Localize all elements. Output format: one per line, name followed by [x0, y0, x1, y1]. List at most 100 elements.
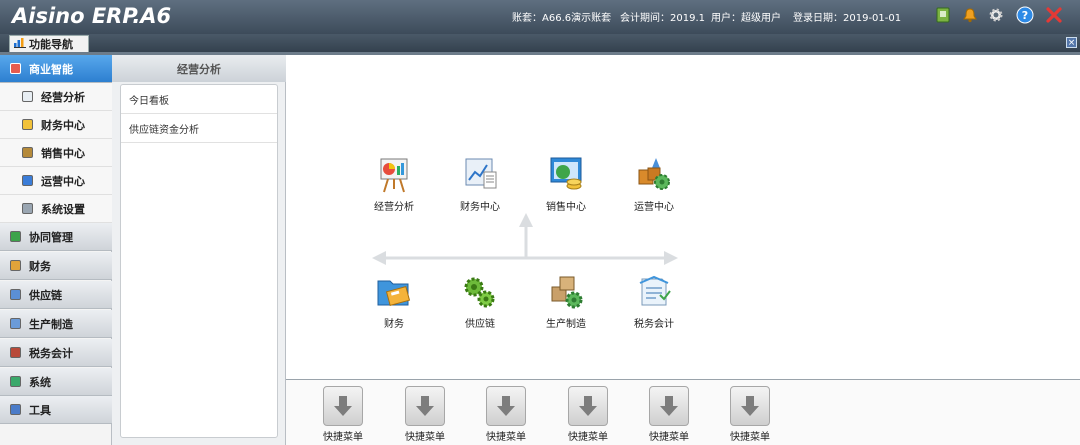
chart-icon	[14, 37, 26, 51]
period-info: 会计期间：2019.1	[620, 13, 705, 24]
title-bar: Aisino ERP.A6 账套：A66.6演示账套 会计期间：2019.1 用…	[0, 0, 1080, 34]
sidebar-item-supply-chain[interactable]: 供应链	[0, 281, 112, 309]
close-tab-icon[interactable]: ×	[1066, 37, 1077, 48]
tab-strip: 功能导航 ×	[0, 34, 1080, 52]
sidebar-item-collaboration[interactable]: 协同管理	[0, 223, 112, 251]
func-label: 供应链	[465, 319, 495, 330]
bi-icon	[10, 63, 21, 74]
sidebar-item-operation-center[interactable]: 运营中心	[0, 167, 112, 195]
operation-center-icon	[22, 175, 33, 186]
sidebar-item-tools[interactable]: 工具	[0, 396, 112, 424]
sidebar-item-label: 协同管理	[29, 230, 73, 244]
func-finance-center[interactable]: 财务中心	[445, 156, 515, 213]
system-icon	[10, 376, 21, 387]
down-arrow-icon	[486, 386, 526, 426]
quick-menu-label: 快捷菜单	[323, 432, 363, 443]
tab-function-navigation[interactable]: 功能导航	[9, 35, 89, 52]
document-ledger-icon	[634, 273, 674, 311]
func-analysis[interactable]: 经营分析	[359, 156, 429, 213]
func-tax-accounting[interactable]: 税务会计	[619, 273, 689, 330]
help-icon[interactable]: ?	[1016, 6, 1034, 24]
func-operation-center[interactable]: 运营中心	[619, 156, 689, 213]
sidebar-item-label: 系统设置	[41, 202, 85, 216]
finance-center-icon	[22, 119, 33, 130]
app-logo: Aisino ERP.A6	[12, 4, 172, 28]
tools-icon	[10, 404, 21, 415]
func-finance[interactable]: 财务	[359, 273, 429, 330]
sidebar-item-label: 生产制造	[29, 317, 73, 331]
sidebar: 商业智能 经营分析 财务中心 销售中心 运营中心 系统设置 协同管理 财务 供应…	[0, 55, 112, 445]
quick-menu-label: 快捷菜单	[568, 432, 608, 443]
func-label: 生产制造	[546, 319, 586, 330]
sales-center-icon	[22, 147, 33, 158]
sidebar-item-label: 财务中心	[41, 118, 85, 132]
func-label: 财务中心	[460, 202, 500, 213]
title-toolbar: ?	[934, 6, 1070, 26]
func-label: 财务	[384, 319, 404, 330]
system-settings-icon	[22, 203, 33, 214]
quick-menu-label: 快捷菜单	[405, 432, 445, 443]
notebook-icon[interactable]	[934, 6, 952, 24]
func-label: 销售中心	[546, 202, 586, 213]
sidebar-item-bi[interactable]: 商业智能	[0, 55, 112, 83]
sidebar-item-label: 工具	[29, 403, 51, 417]
easel-chart-icon	[374, 156, 414, 194]
quick-menu-label: 快捷菜单	[649, 432, 689, 443]
sidebar-item-finance-center[interactable]: 财务中心	[0, 111, 112, 139]
user-info: 用户：超级用户	[711, 13, 781, 24]
quick-menu-button[interactable]: 快捷菜单	[639, 386, 699, 443]
down-arrow-icon	[730, 386, 770, 426]
function-navigation-panel: 经营分析 财务中心 销售中心 运营中心 财务 供应链 生产制造 税务会计	[286, 55, 1080, 380]
bell-icon[interactable]	[961, 6, 979, 24]
sidebar-item-system[interactable]: 系统	[0, 368, 112, 396]
close-icon[interactable]	[1045, 6, 1063, 24]
quick-menu-button[interactable]: 快捷菜单	[720, 386, 780, 443]
gear-icon[interactable]	[987, 6, 1005, 24]
gears-boxes-icon	[634, 156, 674, 194]
submenu-list: 今日看板 供应链资金分析	[120, 84, 278, 438]
sidebar-item-label: 商业智能	[29, 62, 73, 76]
func-supply-chain[interactable]: 供应链	[445, 273, 515, 330]
quick-menu-button[interactable]: 快捷菜单	[395, 386, 455, 443]
green-gears-icon	[460, 273, 500, 311]
submenu-item-supply-chain-funds[interactable]: 供应链资金分析	[121, 114, 277, 143]
func-sales-center[interactable]: 销售中心	[531, 156, 601, 213]
sidebar-item-sales-center[interactable]: 销售中心	[0, 139, 112, 167]
sidebar-item-label: 税务会计	[29, 346, 73, 360]
globe-coins-icon	[546, 156, 586, 194]
func-manufacturing[interactable]: 生产制造	[531, 273, 601, 330]
tab-label: 功能导航	[29, 38, 73, 51]
account-info: 账套：A66.6演示账套	[512, 13, 612, 24]
sidebar-item-manufacturing[interactable]: 生产制造	[0, 310, 112, 338]
sidebar-item-finance[interactable]: 财务	[0, 252, 112, 280]
submenu-title: 经营分析	[112, 55, 286, 82]
quick-menu-label: 快捷菜单	[486, 432, 526, 443]
submenu-panel: 经营分析 今日看板 供应链资金分析	[112, 55, 286, 445]
finance-icon	[10, 260, 21, 271]
sidebar-item-tax-accounting[interactable]: 税务会计	[0, 339, 112, 367]
func-label: 运营中心	[634, 202, 674, 213]
tax-accounting-icon	[10, 347, 21, 358]
sidebar-item-label: 销售中心	[41, 146, 85, 160]
boxes-gears-icon	[546, 273, 586, 311]
quick-menu-button[interactable]: 快捷菜单	[558, 386, 618, 443]
submenu-item-today-board[interactable]: 今日看板	[121, 85, 277, 114]
flow-arrows	[372, 213, 678, 265]
func-label: 经营分析	[374, 202, 414, 213]
func-label: 税务会计	[634, 319, 674, 330]
down-arrow-icon	[405, 386, 445, 426]
down-arrow-icon	[568, 386, 608, 426]
manufacturing-icon	[10, 318, 21, 329]
quick-menu-button[interactable]: 快捷菜单	[476, 386, 536, 443]
supply-chain-icon	[10, 289, 21, 300]
sidebar-item-analysis[interactable]: 经营分析	[0, 83, 112, 111]
sidebar-item-system-settings[interactable]: 系统设置	[0, 195, 112, 223]
login-date-info: 登录日期：2019-01-01	[793, 13, 902, 24]
down-arrow-icon	[323, 386, 363, 426]
quick-menu-button[interactable]: 快捷菜单	[313, 386, 373, 443]
svg-text:?: ?	[1022, 9, 1028, 22]
quick-menu-label: 快捷菜单	[730, 432, 770, 443]
analysis-icon	[22, 91, 33, 102]
down-arrow-icon	[649, 386, 689, 426]
folder-calculator-icon	[374, 273, 414, 311]
